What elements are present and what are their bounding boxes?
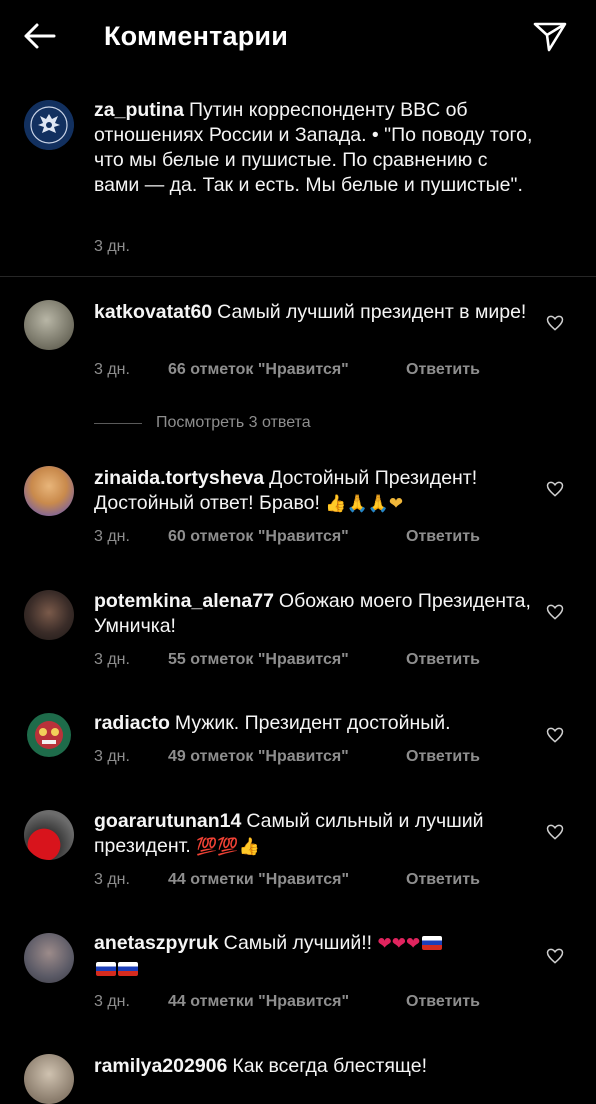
comment-meta: 3 дн. 55 отметок "Нравится" Ответить (94, 649, 480, 671)
russia-flag-icon (422, 936, 443, 950)
comment-meta: 3 дн. 66 отметок "Нравится" Ответить (94, 359, 480, 381)
username[interactable]: potemkina_alena77 (94, 590, 274, 612)
username[interactable]: anetaszpyruk (94, 932, 219, 954)
emoji: 💯💯👍 (196, 837, 260, 857)
comment-meta: 3 дн. 44 отметки "Нравится" Ответить (94, 991, 480, 1013)
username[interactable]: za_putina (94, 99, 184, 121)
timestamp: 3 дн. (94, 871, 130, 888)
avatar[interactable] (24, 466, 74, 516)
heart-icon[interactable] (545, 313, 565, 333)
comment-text: anetaszpyruk Самый лучший!! ❤❤❤ (94, 931, 534, 982)
post-caption: za_putina Путин корреспонденту BBC об отн… (0, 92, 596, 276)
caption-text: za_putina Путин корреспонденту BBC об отн… (94, 98, 534, 198)
heart-icon[interactable] (545, 822, 565, 842)
comment-meta: 3 дн. 60 отметок "Нравится" Ответить (94, 526, 480, 548)
divider (94, 422, 142, 424)
reply-button[interactable]: Ответить (406, 649, 480, 671)
comment-text: ramilya202906 Как всегда блестяще! (94, 1055, 427, 1077)
comment-text: radiacto Мужик. Президент достойный. (94, 712, 451, 734)
comment-text: potemkina_alena77 Обожаю моего Президента… (94, 590, 531, 637)
username[interactable]: radiacto (94, 712, 170, 734)
avatar[interactable] (24, 1054, 74, 1104)
timestamp: 3 дн. (94, 748, 130, 765)
username[interactable]: zinaida.tortysheva (94, 467, 264, 489)
caption-meta: 3 дн. (94, 236, 168, 258)
back-button[interactable] (20, 18, 60, 54)
heart-icon[interactable] (545, 725, 565, 745)
reply-button[interactable]: Ответить (406, 869, 480, 891)
russia-flag-icon (118, 962, 138, 976)
heart-icon[interactable] (545, 602, 565, 622)
view-replies-button[interactable]: Посмотреть 3 ответа (94, 411, 311, 435)
avatar[interactable] (24, 933, 74, 983)
likes-count[interactable]: 44 отметки "Нравится" (168, 869, 406, 891)
likes-count[interactable]: 60 отметок "Нравится" (168, 526, 406, 548)
avatar[interactable] (24, 710, 74, 760)
avatar[interactable] (24, 300, 74, 350)
likes-count[interactable]: 49 отметок "Нравится" (168, 746, 406, 768)
heart-icon[interactable] (545, 946, 565, 966)
timestamp: 3 дн. (94, 238, 130, 255)
comment-text: katkovatat60 Самый лучший президент в мир… (94, 301, 527, 323)
comment-meta: 3 дн. 44 отметки "Нравится" Ответить (94, 869, 480, 891)
likes-count[interactable]: 44 отметки "Нравится" (168, 991, 406, 1013)
reply-button[interactable]: Ответить (406, 746, 480, 768)
avatar[interactable] (24, 100, 74, 150)
timestamp: 3 дн. (94, 361, 130, 378)
comment-text: zinaida.tortysheva Достойный Президент! Д… (94, 467, 478, 514)
reply-button[interactable]: Ответить (406, 991, 480, 1013)
avatar[interactable] (24, 590, 74, 640)
avatar[interactable] (24, 810, 74, 860)
mask-logo (27, 713, 71, 757)
double-headed-eagle-logo (24, 100, 74, 150)
emoji: ❤❤❤ (377, 934, 421, 954)
arrow-left-icon (24, 23, 56, 49)
reply-button[interactable]: Ответить (406, 359, 480, 381)
likes-count[interactable]: 55 отметок "Нравится" (168, 649, 406, 671)
username[interactable]: goararutunan14 (94, 810, 241, 832)
comment-text: goararutunan14 Самый сильный и лучший пре… (94, 810, 484, 857)
timestamp: 3 дн. (94, 651, 130, 668)
likes-count[interactable]: 66 отметок "Нравится" (168, 359, 406, 381)
username[interactable]: ramilya202906 (94, 1055, 227, 1077)
timestamp: 3 дн. (94, 528, 130, 545)
heart-icon[interactable] (545, 479, 565, 499)
russia-flag-icon (96, 962, 116, 976)
emoji: 👍🙏🙏❤ (325, 494, 404, 514)
paper-plane-icon (533, 22, 567, 52)
share-button[interactable] (530, 18, 570, 54)
reply-button[interactable]: Ответить (406, 526, 480, 548)
page-title: Комментарии (104, 21, 289, 51)
divider (0, 276, 596, 277)
comment-meta: 3 дн. 49 отметок "Нравится" Ответить (94, 746, 480, 768)
top-bar: Комментарии (0, 0, 596, 76)
timestamp: 3 дн. (94, 993, 130, 1010)
username[interactable]: katkovatat60 (94, 301, 212, 323)
